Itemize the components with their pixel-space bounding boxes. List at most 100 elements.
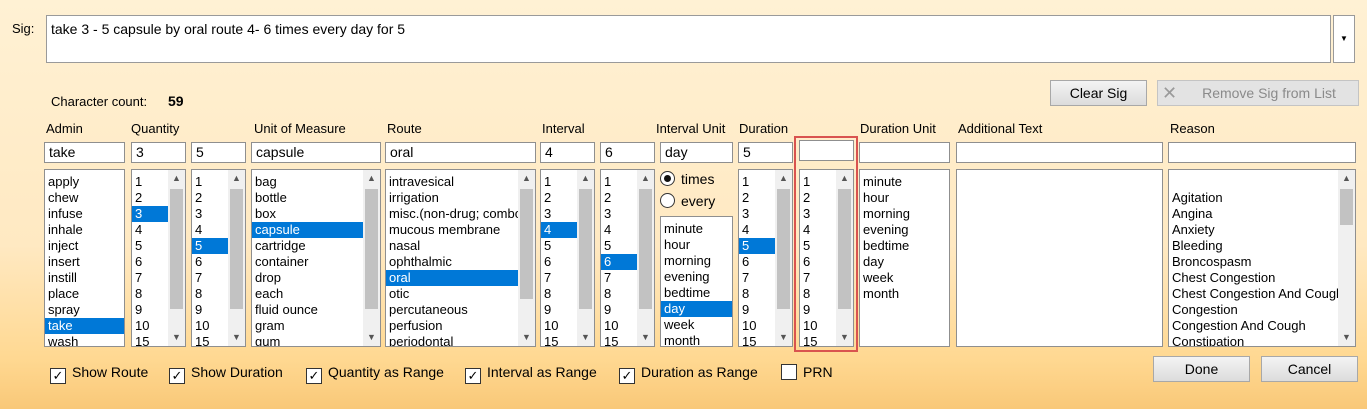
done-button[interactable]: Done bbox=[1153, 356, 1250, 382]
list-item[interactable]: 15 bbox=[601, 334, 637, 346]
chevron-down-icon[interactable]: ▼ bbox=[168, 329, 185, 346]
list-item[interactable]: 5 bbox=[541, 238, 577, 254]
list-item[interactable]: Chest Congestion bbox=[1169, 270, 1338, 286]
list-item[interactable]: 5 bbox=[800, 238, 836, 254]
list-item[interactable]: 3 bbox=[601, 206, 637, 222]
scrollbar[interactable]: ▲ ▼ bbox=[228, 170, 245, 346]
list-item[interactable]: Congestion bbox=[1169, 302, 1338, 318]
list-item[interactable]: day bbox=[661, 301, 732, 317]
list-item[interactable]: intravesical bbox=[386, 174, 518, 190]
list-item[interactable]: 3 bbox=[132, 206, 168, 222]
list-item[interactable]: 8 bbox=[192, 286, 228, 302]
list-item[interactable]: month bbox=[860, 286, 949, 302]
list-item[interactable]: week bbox=[661, 317, 732, 333]
list-item[interactable]: 9 bbox=[132, 302, 168, 318]
chevron-down-icon[interactable]: ▼ bbox=[228, 329, 245, 346]
list-item[interactable]: Bleeding bbox=[1169, 238, 1338, 254]
list-item[interactable]: 10 bbox=[132, 318, 168, 334]
duration-unit-list[interactable]: minute hour morning evening bedtime day week mo… bbox=[859, 169, 950, 347]
list-item[interactable]: 10 bbox=[800, 318, 836, 334]
list-item[interactable]: 7 bbox=[132, 270, 168, 286]
scrollbar-thumb[interactable] bbox=[777, 189, 790, 309]
list-item[interactable]: Broncospasm bbox=[1169, 254, 1338, 270]
list-item[interactable]: 9 bbox=[800, 302, 836, 318]
list-item[interactable]: 1 bbox=[541, 174, 577, 190]
list-item[interactable]: 7 bbox=[601, 270, 637, 286]
remove-sig-button[interactable]: ✕ Remove Sig from List bbox=[1157, 80, 1359, 106]
list-item[interactable]: 2 bbox=[192, 190, 228, 206]
list-item[interactable]: 2 bbox=[739, 190, 775, 206]
quantity-from-input[interactable]: 3 bbox=[131, 142, 186, 163]
list-item[interactable]: 7 bbox=[541, 270, 577, 286]
list-item[interactable]: 1 bbox=[800, 174, 836, 190]
list-item[interactable]: 1 bbox=[132, 174, 168, 190]
list-item[interactable]: 9 bbox=[739, 302, 775, 318]
list-item[interactable]: Anxiety bbox=[1169, 222, 1338, 238]
list-item[interactable]: oral bbox=[386, 270, 518, 286]
list-item[interactable]: 10 bbox=[739, 318, 775, 334]
cancel-button[interactable]: Cancel bbox=[1261, 356, 1358, 382]
list-item[interactable]: 5 bbox=[601, 238, 637, 254]
list-item[interactable]: 4 bbox=[739, 222, 775, 238]
list-item[interactable]: hour bbox=[860, 190, 949, 206]
scrollbar[interactable]: ▲ ▼ bbox=[577, 170, 594, 346]
sig-dropdown-button[interactable]: ▼ bbox=[1333, 15, 1355, 63]
list-item[interactable]: 4 bbox=[192, 222, 228, 238]
list-item[interactable]: infuse bbox=[45, 206, 124, 222]
admin-list[interactable]: apply chew infuse inhale inject insert instill… bbox=[44, 169, 125, 347]
list-item[interactable]: 4 bbox=[132, 222, 168, 238]
scrollbar-thumb[interactable] bbox=[639, 189, 652, 309]
list-item[interactable]: 4 bbox=[541, 222, 577, 238]
list-item[interactable]: 3 bbox=[800, 206, 836, 222]
scrollbar-thumb[interactable] bbox=[838, 189, 851, 309]
list-item[interactable]: 3 bbox=[192, 206, 228, 222]
list-item[interactable]: 4 bbox=[800, 222, 836, 238]
list-item[interactable]: morning bbox=[860, 206, 949, 222]
list-item[interactable]: bedtime bbox=[860, 238, 949, 254]
scrollbar[interactable]: ▲ ▼ bbox=[363, 170, 380, 346]
list-item[interactable]: 7 bbox=[739, 270, 775, 286]
list-item[interactable]: Chest Congestion And Cough bbox=[1169, 286, 1338, 302]
list-item[interactable]: box bbox=[252, 206, 363, 222]
scrollbar-thumb[interactable] bbox=[1340, 189, 1353, 225]
chevron-up-icon[interactable]: ▲ bbox=[1338, 170, 1355, 187]
duration-to-list[interactable]: 1 2 3 4 5 6 7 8 9 10 15 ▲ ▼ bbox=[799, 169, 854, 347]
list-item[interactable]: 2 bbox=[601, 190, 637, 206]
list-item[interactable]: 6 bbox=[800, 254, 836, 270]
chevron-down-icon[interactable]: ▼ bbox=[836, 329, 853, 346]
clear-sig-button[interactable]: Clear Sig bbox=[1050, 80, 1147, 106]
list-item[interactable]: 9 bbox=[601, 302, 637, 318]
scrollbar-thumb[interactable] bbox=[365, 189, 378, 309]
list-item[interactable]: bag bbox=[252, 174, 363, 190]
list-item[interactable]: gram bbox=[252, 318, 363, 334]
chevron-up-icon[interactable]: ▲ bbox=[637, 170, 654, 187]
list-item[interactable]: 2 bbox=[800, 190, 836, 206]
interval-to-input[interactable]: 6 bbox=[600, 142, 655, 163]
list-item[interactable]: 8 bbox=[739, 286, 775, 302]
interval-unit-list[interactable]: minute hour morning evening bedtime day week mo… bbox=[660, 216, 733, 347]
quantity-from-list[interactable]: 1 2 3 4 5 6 7 8 9 10 15 ▲ ▼ bbox=[131, 169, 186, 347]
list-item[interactable]: capsule bbox=[252, 222, 363, 238]
reason-input[interactable] bbox=[1168, 142, 1356, 163]
list-item[interactable]: bedtime bbox=[661, 285, 732, 301]
chevron-up-icon[interactable]: ▲ bbox=[518, 170, 535, 187]
sig-input[interactable]: take 3 - 5 capsule by oral route 4- 6 ti… bbox=[46, 15, 1331, 63]
chevron-up-icon[interactable]: ▲ bbox=[228, 170, 245, 187]
list-item[interactable]: bottle bbox=[252, 190, 363, 206]
scrollbar[interactable]: ▲ ▼ bbox=[1338, 170, 1355, 346]
list-item[interactable]: 3 bbox=[541, 206, 577, 222]
show-route-checkbox[interactable]: ✓ Show Route bbox=[50, 364, 148, 384]
chevron-up-icon[interactable]: ▲ bbox=[775, 170, 792, 187]
list-item[interactable]: insert bbox=[45, 254, 124, 270]
list-item[interactable]: Agitation bbox=[1169, 190, 1338, 206]
list-item[interactable]: ophthalmic bbox=[386, 254, 518, 270]
list-item[interactable]: 7 bbox=[192, 270, 228, 286]
list-item[interactable]: 1 bbox=[192, 174, 228, 190]
additional-text-list[interactable] bbox=[956, 169, 1163, 347]
list-item[interactable]: periodontal bbox=[386, 334, 518, 346]
scrollbar[interactable]: ▲ ▼ bbox=[637, 170, 654, 346]
list-item[interactable]: 2 bbox=[132, 190, 168, 206]
list-item[interactable]: week bbox=[860, 270, 949, 286]
list-item[interactable]: 8 bbox=[800, 286, 836, 302]
duration-range-checkbox[interactable]: ✓ Duration as Range bbox=[619, 364, 758, 384]
